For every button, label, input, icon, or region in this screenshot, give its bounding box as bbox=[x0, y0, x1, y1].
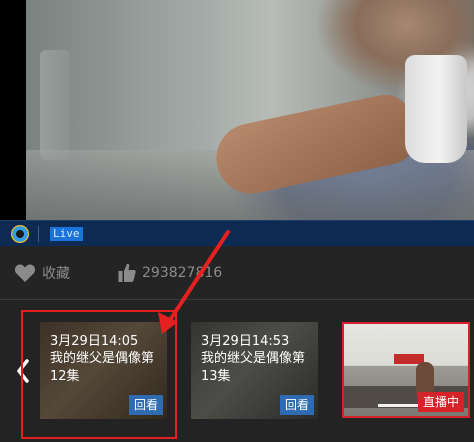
chevron-left-icon bbox=[17, 359, 29, 383]
video-scene-cup bbox=[405, 55, 467, 163]
like-count: 293827816 bbox=[142, 265, 223, 281]
prev-arrow-button[interactable] bbox=[12, 356, 34, 386]
thumbs-up-icon bbox=[118, 263, 136, 282]
video-scene-glass bbox=[40, 50, 70, 160]
episode-time: 3月29日14:53 bbox=[201, 334, 290, 349]
episode-card[interactable]: 3月29日14:05 我的继父是偶像第12集 回看 bbox=[40, 322, 167, 419]
episode-title: 我的继父是偶像第12集 bbox=[50, 351, 155, 384]
replay-button[interactable]: 回看 bbox=[279, 395, 314, 415]
video-letterbox bbox=[0, 0, 26, 220]
episode-strip: 3月29日14:05 我的继父是偶像第12集 回看 3月29日14:53 我的继… bbox=[0, 300, 474, 442]
live-episode-card[interactable]: 直播中 bbox=[342, 322, 470, 418]
live-now-button[interactable]: 直播中 bbox=[417, 392, 464, 412]
divider bbox=[38, 226, 39, 242]
live-badge: Live bbox=[50, 227, 83, 241]
favorite-label: 收藏 bbox=[42, 266, 70, 282]
player-logo-icon[interactable] bbox=[11, 225, 29, 243]
replay-button[interactable]: 回看 bbox=[128, 395, 163, 415]
episode-title: 我的继父是偶像第13集 bbox=[201, 351, 306, 384]
thumbnail-caption bbox=[378, 404, 422, 407]
like-button[interactable]: 293827816 bbox=[118, 263, 222, 283]
episode-time: 3月29日14:05 bbox=[50, 334, 139, 349]
episode-card[interactable]: 3月29日14:53 我的继父是偶像第13集 回看 bbox=[191, 322, 318, 419]
player-control-bar: Live bbox=[0, 220, 474, 246]
heart-icon bbox=[14, 264, 36, 282]
favorite-button[interactable]: 收藏 bbox=[14, 263, 70, 283]
video-player[interactable] bbox=[0, 0, 474, 220]
tv-player-page: Live 收藏 293827816 3月29日14:05 我的继父是偶像第12集… bbox=[0, 0, 474, 442]
action-row: 收藏 293827816 bbox=[0, 246, 474, 300]
